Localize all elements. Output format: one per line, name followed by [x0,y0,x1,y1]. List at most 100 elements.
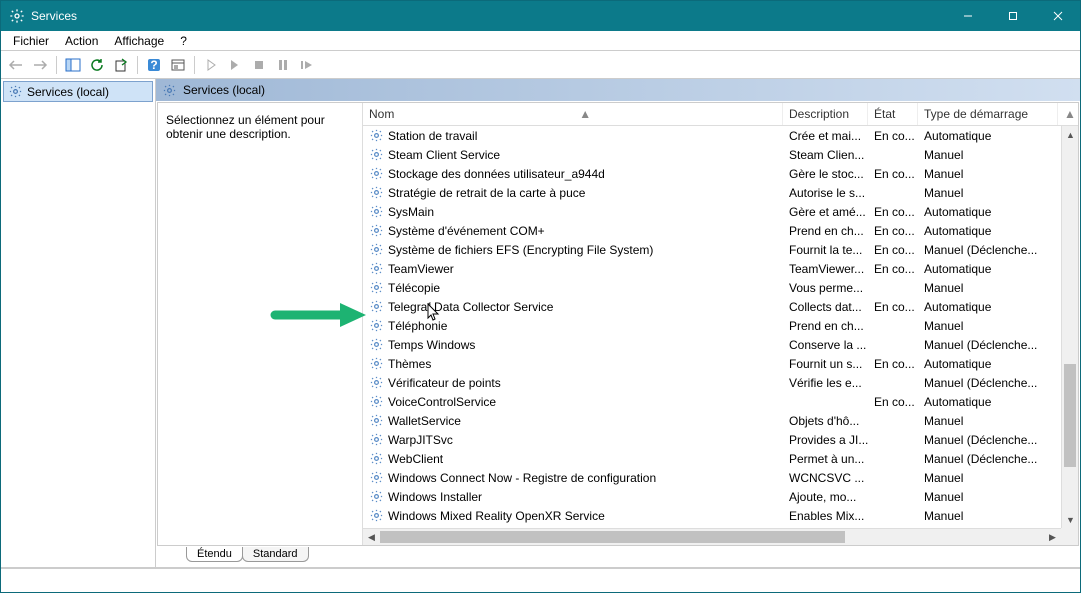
help-button[interactable]: ? [143,54,165,76]
service-startup-cell: Manuel [918,412,1058,429]
service-gear-icon [369,356,384,371]
service-name-cell: Télécopie [363,279,783,296]
pause-service-button[interactable] [272,54,294,76]
description-prompt: Sélectionnez un élément pour obtenir une… [166,113,325,141]
scroll-up-button[interactable]: ▲ [1062,126,1078,143]
service-gear-icon [369,185,384,200]
service-desc-cell: Prend en ch... [783,222,868,239]
service-row[interactable]: Vérificateur de pointsVérifie les e...Ma… [363,373,1078,392]
start-service-button[interactable] [200,54,222,76]
service-row[interactable]: Stratégie de retrait de la carte à puceA… [363,183,1078,202]
service-desc-cell: TeamViewer... [783,260,868,277]
menu-file[interactable]: Fichier [5,32,57,50]
service-row[interactable]: Telegraf Data Collector ServiceCollects … [363,297,1078,316]
service-name-cell: Steam Client Service [363,146,783,163]
maximize-button[interactable] [990,1,1035,31]
service-state-cell [868,317,918,334]
service-name-cell: WebClient [363,450,783,467]
service-name-cell: Telegraf Data Collector Service [363,298,783,315]
show-hide-tree-button[interactable] [62,54,84,76]
service-startup-cell: Automatique [918,260,1058,277]
stop-service-button[interactable] [248,54,270,76]
menu-action[interactable]: Action [57,32,106,50]
column-header-description[interactable]: Description [783,103,868,125]
service-gear-icon [369,508,384,523]
panel-header: Services (local) [156,79,1080,101]
service-startup-cell: Automatique [918,222,1058,239]
service-startup-cell: Automatique [918,127,1058,144]
service-row[interactable]: Système d'événement COM+Prend en ch...En… [363,221,1078,240]
scroll-right-button[interactable]: ▶ [1044,529,1061,545]
services-icon [8,84,23,99]
properties-button[interactable] [167,54,189,76]
tree-root-label: Services (local) [27,85,109,99]
forward-button[interactable] [29,54,51,76]
column-header-state[interactable]: État [868,103,918,125]
service-name-cell: Windows Installer [363,488,783,505]
tree-root-services-local[interactable]: Services (local) [3,81,153,102]
list-header: Nom▲ Description État Type de démarrage … [363,103,1078,126]
minimize-button[interactable] [945,1,990,31]
scroll-left-button[interactable]: ◀ [363,529,380,545]
toolbar-separator [194,56,195,74]
service-state-cell [868,279,918,296]
column-header-name[interactable]: Nom▲ [363,103,783,125]
service-row[interactable]: VoiceControlServiceEn co...Automatique [363,392,1078,411]
service-desc-cell: Vous perme... [783,279,868,296]
vertical-scrollbar[interactable]: ▲ ▼ [1061,126,1078,528]
export-button[interactable] [110,54,132,76]
service-name-cell: Temps Windows [363,336,783,353]
close-button[interactable] [1035,1,1080,31]
service-desc-cell: Enables Mix... [783,507,868,524]
menu-view[interactable]: Affichage [106,32,172,50]
service-row[interactable]: Windows InstallerAjoute, mo...Manuel [363,487,1078,506]
scroll-thumb[interactable] [380,531,845,543]
service-state-cell: En co... [868,298,918,315]
service-state-cell: En co... [868,241,918,258]
service-name-cell: WalletService [363,412,783,429]
menu-help[interactable]: ? [172,32,195,50]
column-header-startup[interactable]: Type de démarrage [918,103,1058,125]
service-state-cell [868,431,918,448]
service-row[interactable]: Stockage des données utilisateur_a944dGè… [363,164,1078,183]
service-row[interactable]: Windows Mixed Reality OpenXR ServiceEnab… [363,506,1078,525]
service-startup-cell: Automatique [918,355,1058,372]
service-row[interactable]: Temps WindowsConserve la ...Manuel (Décl… [363,335,1078,354]
toolbar-separator [56,56,57,74]
service-row[interactable]: WarpJITSvcProvides a JI...Manuel (Déclen… [363,430,1078,449]
refresh-button[interactable] [86,54,108,76]
restart-service-button[interactable] [296,54,318,76]
services-icon [162,83,177,98]
service-row[interactable]: TéléphoniePrend en ch...Manuel [363,316,1078,335]
service-desc-cell: Ajoute, mo... [783,488,868,505]
service-gear-icon [369,280,384,295]
service-desc-cell [783,393,868,410]
tab-extended[interactable]: Étendu [186,547,243,562]
service-row[interactable]: WebClientPermet à un...Manuel (Déclenche… [363,449,1078,468]
back-button[interactable] [5,54,27,76]
services-list: Nom▲ Description État Type de démarrage … [363,103,1078,545]
service-row[interactable]: TélécopieVous perme...Manuel [363,278,1078,297]
service-gear-icon [369,223,384,238]
tab-standard[interactable]: Standard [242,547,309,562]
service-name-cell: WarpJITSvc [363,431,783,448]
service-state-cell [868,184,918,201]
service-row[interactable]: ThèmesFournit un s...En co...Automatique [363,354,1078,373]
service-row[interactable]: WalletServiceObjets d'hô...Manuel [363,411,1078,430]
service-startup-cell: Manuel (Déclenche... [918,431,1058,448]
service-row[interactable]: Windows Connect Now - Registre de config… [363,468,1078,487]
service-name-cell: Thèmes [363,355,783,372]
scroll-thumb[interactable] [1064,364,1076,467]
service-row[interactable]: Steam Client ServiceSteam Clien...Manuel [363,145,1078,164]
service-row[interactable]: Station de travailCrée et mai...En co...… [363,126,1078,145]
service-state-cell: En co... [868,222,918,239]
service-row[interactable]: Système de fichiers EFS (Encrypting File… [363,240,1078,259]
service-row[interactable]: SysMainGère et amé...En co...Automatique [363,202,1078,221]
service-name-cell: Vérificateur de points [363,374,783,391]
service-desc-cell: WCNCSVC ... [783,469,868,486]
start-service-alt-button[interactable] [224,54,246,76]
window-title: Services [31,9,945,23]
service-row[interactable]: TeamViewerTeamViewer...En co...Automatiq… [363,259,1078,278]
horizontal-scrollbar[interactable]: ◀ ▶ [363,528,1061,545]
scroll-down-button[interactable]: ▼ [1062,511,1078,528]
